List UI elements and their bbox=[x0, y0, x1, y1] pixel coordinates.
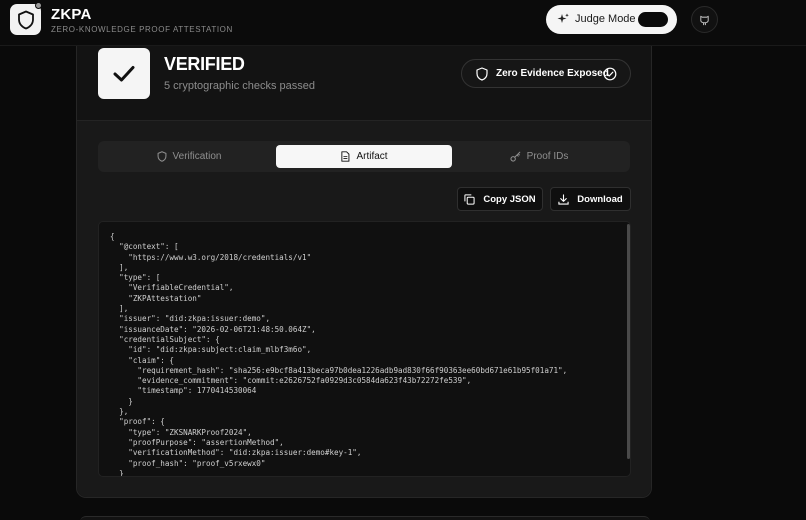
artifact-panel: Verification Artifact Proof IDs Copy JSO… bbox=[77, 120, 651, 497]
tab-artifact[interactable]: Artifact bbox=[276, 145, 452, 168]
tab-proof-ids[interactable]: Proof IDs bbox=[452, 145, 626, 168]
shield-logo-icon bbox=[17, 10, 34, 29]
github-button[interactable] bbox=[691, 6, 718, 33]
shield-icon bbox=[476, 67, 488, 81]
next-card-edge bbox=[80, 516, 650, 520]
toggle-switch[interactable] bbox=[638, 12, 668, 27]
zero-evidence-badge: Zero Evidence Exposed bbox=[461, 59, 631, 88]
tab-bar: Verification Artifact Proof IDs bbox=[98, 141, 630, 172]
download-icon bbox=[558, 193, 569, 205]
verified-badge bbox=[98, 48, 150, 99]
tab-verification-label: Verification bbox=[172, 151, 222, 162]
shield-icon bbox=[157, 151, 166, 162]
zero-evidence-label: Zero Evidence Exposed bbox=[496, 68, 609, 79]
copy-icon bbox=[464, 193, 475, 205]
brand-subtitle: ZERO-KNOWLEDGE PROOF ATTESTATION bbox=[51, 25, 233, 34]
key-icon bbox=[510, 151, 520, 162]
tab-verification[interactable]: Verification bbox=[102, 145, 276, 168]
tab-proof-ids-label: Proof IDs bbox=[526, 151, 569, 162]
code-scrollbar[interactable] bbox=[627, 224, 630, 459]
verification-card: VERIFIED 5 cryptographic checks passed Z… bbox=[76, 46, 652, 498]
github-icon bbox=[700, 15, 709, 26]
status-title: VERIFIED bbox=[164, 54, 245, 74]
tab-artifact-label: Artifact bbox=[356, 151, 388, 162]
copy-json-label: Copy JSON bbox=[483, 193, 536, 205]
status-dot bbox=[35, 2, 42, 9]
download-button[interactable]: Download bbox=[550, 187, 631, 211]
judge-mode-label: Judge Mode bbox=[575, 13, 636, 25]
checkmark-icon bbox=[113, 65, 135, 81]
judge-mode-toggle[interactable]: Judge Mode bbox=[546, 5, 677, 34]
artifact-json-viewer[interactable]: { "@context": [ "https://www.w3.org/2018… bbox=[98, 221, 631, 477]
top-bar: ZKPA ZERO-KNOWLEDGE PROOF ATTESTATION Ju… bbox=[0, 0, 806, 46]
download-label: Download bbox=[577, 193, 623, 205]
artifact-json-text: { "@context": [ "https://www.w3.org/2018… bbox=[110, 232, 568, 477]
brand-name: ZKPA bbox=[51, 6, 92, 23]
circle-check-icon bbox=[603, 67, 617, 81]
status-subtitle: 5 cryptographic checks passed bbox=[164, 80, 316, 92]
file-icon bbox=[341, 151, 350, 162]
copy-json-button[interactable]: Copy JSON bbox=[457, 187, 543, 211]
status-header: VERIFIED 5 cryptographic checks passed Z… bbox=[77, 46, 651, 120]
sparkle-icon bbox=[557, 13, 569, 23]
